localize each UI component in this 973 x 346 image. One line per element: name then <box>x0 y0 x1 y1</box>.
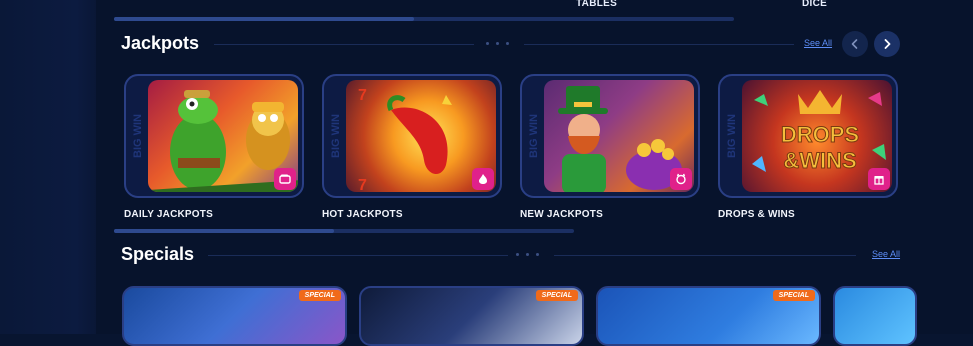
special-badge: SPECIAL <box>772 290 815 301</box>
jackpots-see-all-link[interactable]: See All <box>804 38 832 48</box>
horizontal-scrollbar[interactable] <box>114 17 734 21</box>
special-badge: SPECIAL <box>535 290 578 301</box>
main-content: TABLES DICE Jackpots See All BIG WIN DAI… <box>96 0 973 346</box>
gift-icon <box>868 168 890 190</box>
category-tables[interactable]: TABLES <box>576 0 617 9</box>
game-tile-daily-jackpots[interactable]: BIG WIN <box>124 74 304 198</box>
carousel-next-button[interactable] <box>874 31 900 57</box>
flame-icon <box>472 168 494 190</box>
game-label-drops-and-wins: DROPS & WINS <box>718 209 795 220</box>
special-badge: SPECIAL <box>298 290 341 301</box>
big-win-brand: BIG WIN <box>330 114 342 158</box>
svg-text:BIG WIN: BIG WIN <box>528 114 540 158</box>
special-card[interactable]: SPECIAL <box>596 286 821 346</box>
game-tile-hot-jackpots[interactable]: BIG WIN 7 7 <box>322 74 502 198</box>
svg-text:7: 7 <box>358 87 367 104</box>
svg-text:BIG WIN: BIG WIN <box>726 114 738 158</box>
big-win-brand: BIG WIN <box>528 114 540 158</box>
left-sidebar <box>0 0 97 334</box>
special-card[interactable]: SPECIAL <box>359 286 584 346</box>
divider <box>208 255 508 256</box>
chevron-left-icon <box>851 39 858 49</box>
game-tile-drops-and-wins[interactable]: BIG WIN DROPS &WINS <box>718 74 898 198</box>
divider <box>214 44 474 45</box>
big-win-brand: BIG WIN <box>132 114 144 158</box>
svg-text:BIG WIN: BIG WIN <box>132 114 144 158</box>
game-tile-new-jackpots[interactable]: BIG WIN <box>520 74 700 198</box>
big-win-brand: BIG WIN <box>726 114 738 158</box>
scrollbar-thumb[interactable] <box>114 229 334 233</box>
game-label-new-jackpots: NEW JACKPOTS <box>520 209 603 220</box>
game-label-hot-jackpots: HOT JACKPOTS <box>322 209 403 220</box>
divider <box>524 44 794 45</box>
carousel-prev-button[interactable] <box>842 31 868 57</box>
game-label-daily-jackpots: DAILY JACKPOTS <box>124 209 213 220</box>
wallet-icon <box>274 168 296 190</box>
category-dice[interactable]: DICE <box>802 0 827 9</box>
mascot-icon <box>670 168 692 190</box>
special-card[interactable] <box>833 286 917 346</box>
divider <box>554 255 856 256</box>
specials-title: Specials <box>121 244 195 264</box>
specials-see-all-link[interactable]: See All <box>872 249 900 259</box>
svg-text:&WINS: &WINS <box>783 148 856 173</box>
special-card[interactable]: SPECIAL <box>122 286 347 346</box>
svg-text:DROPS: DROPS <box>781 122 859 147</box>
horizontal-scrollbar[interactable] <box>114 229 574 233</box>
chevron-right-icon <box>884 39 891 49</box>
svg-text:BIG WIN: BIG WIN <box>330 114 342 158</box>
svg-text:7: 7 <box>358 177 367 192</box>
scrollbar-thumb[interactable] <box>114 17 414 21</box>
jackpots-title: Jackpots <box>121 33 200 53</box>
dots-divider <box>516 253 539 256</box>
dots-divider <box>486 42 509 45</box>
